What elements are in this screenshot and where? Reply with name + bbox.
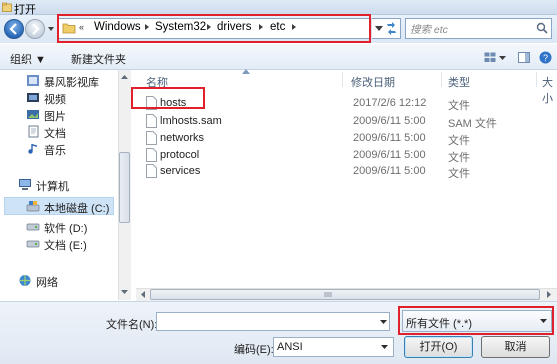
window-titlebar — [0, 0, 557, 15]
drive-icon — [26, 240, 40, 248]
file-type: 文件 — [448, 135, 470, 147]
file-date: 2009/6/11 5:00 — [353, 149, 426, 161]
organize-button[interactable]: 组织 ▼ — [10, 51, 46, 67]
column-header-bar — [136, 70, 557, 88]
file-icon — [146, 164, 157, 178]
file-row[interactable]: services 2009/6/11 5:00 文件 — [136, 163, 557, 180]
svg-text:?: ? — [543, 53, 548, 63]
nav-item-network[interactable]: 网络 — [6, 272, 114, 289]
file-row[interactable]: networks 2009/6/11 5:00 文件 — [136, 130, 557, 147]
nav-label: 暴风影视库 — [44, 77, 99, 89]
annotation-highlight-path — [57, 14, 371, 43]
nav-item-drive-e[interactable]: 文档 (E:) — [6, 235, 114, 252]
nav-label: 文档 — [44, 128, 66, 140]
filename-label: 文件名(N): — [106, 319, 158, 331]
encoding-select[interactable]: ANSI — [273, 337, 394, 357]
file-type: 文件 — [448, 168, 470, 180]
search-placeholder: 搜索 etc — [410, 24, 448, 36]
nav-item-drive-d[interactable]: 软件 (D:) — [6, 218, 114, 235]
file-icon — [146, 131, 157, 145]
scroll-left-icon[interactable] — [138, 290, 148, 299]
nav-item-music[interactable]: 音乐 — [6, 140, 114, 157]
encoding-label: 编码(E): — [234, 344, 274, 356]
view-options-icon[interactable] — [484, 52, 496, 63]
annotation-highlight-filetype — [398, 306, 554, 335]
chevron-down-icon[interactable] — [499, 56, 506, 60]
scroll-down-icon[interactable] — [119, 287, 130, 297]
file-date: 2009/6/11 5:00 — [353, 132, 426, 144]
filename-input[interactable] — [156, 312, 390, 331]
new-folder-button[interactable]: 新建文件夹 — [71, 51, 126, 67]
arrow-right-icon — [32, 23, 40, 35]
file-row[interactable]: protocol 2009/6/11 5:00 文件 — [136, 147, 557, 164]
scroll-up-icon[interactable] — [119, 72, 130, 82]
encoding-value: ANSI — [277, 341, 303, 353]
nav-item-drive-c[interactable]: 本地磁盘 (C:) — [4, 197, 114, 215]
nav-item-videos[interactable]: 视频 — [6, 89, 114, 106]
computer-icon — [19, 179, 31, 190]
chevron-down-icon — [375, 26, 383, 31]
file-type: SAM 文件 — [448, 118, 497, 130]
scroll-grip-icon — [324, 292, 332, 297]
library-icon — [27, 75, 39, 86]
column-divider[interactable] — [342, 72, 343, 87]
file-name: networks — [160, 132, 205, 144]
preview-pane-icon[interactable] — [518, 52, 530, 63]
drive-icon — [26, 223, 40, 231]
file-date: 2009/6/11 5:00 — [353, 115, 426, 127]
sidebar-scrollbar-thumb[interactable] — [119, 152, 130, 223]
nav-item-library[interactable]: 暴风影视库 — [6, 72, 114, 89]
column-divider[interactable] — [441, 72, 442, 87]
nav-label: 视频 — [44, 94, 66, 106]
file-name: protocol — [160, 149, 200, 161]
column-divider[interactable] — [536, 72, 537, 87]
nav-label: 本地磁盘 (C:) — [44, 203, 110, 215]
open-dialog-icon — [2, 2, 12, 12]
file-date: 2009/6/11 5:00 — [353, 165, 426, 177]
file-name: lmhosts.sam — [160, 115, 222, 127]
nav-label: 图片 — [44, 111, 66, 123]
help-icon[interactable]: ? — [539, 51, 552, 64]
recent-pages-dropdown-icon[interactable] — [47, 26, 55, 32]
file-type: 文件 — [448, 100, 470, 112]
nav-label: 计算机 — [36, 181, 69, 193]
column-type[interactable]: 类型 — [448, 74, 470, 90]
forward-button[interactable] — [25, 19, 45, 39]
system-drive-icon — [26, 201, 40, 212]
back-button[interactable] — [4, 19, 24, 39]
scroll-right-icon[interactable] — [544, 290, 554, 299]
search-icon[interactable] — [536, 22, 548, 34]
arrow-left-icon — [9, 23, 17, 35]
refresh-icon[interactable] — [383, 19, 400, 38]
nav-label: 音乐 — [44, 145, 66, 157]
file-list-hscrollbar-thumb[interactable] — [150, 289, 540, 300]
nav-label: 软件 (D:) — [44, 223, 88, 235]
file-name: services — [160, 165, 201, 177]
file-icon — [146, 148, 157, 162]
video-icon — [27, 93, 39, 102]
nav-label: 文档 (E:) — [44, 240, 87, 252]
file-icon — [146, 114, 157, 128]
cancel-button[interactable]: 取消 — [481, 336, 550, 358]
document-icon — [28, 125, 39, 138]
column-date[interactable]: 修改日期 — [351, 74, 395, 90]
network-icon — [19, 275, 31, 286]
annotation-highlight-hosts — [131, 87, 205, 109]
nav-item-pictures[interactable]: 图片 — [6, 106, 114, 123]
music-icon — [28, 144, 37, 154]
nav-label: 网络 — [36, 277, 58, 289]
nav-item-computer[interactable]: 计算机 — [6, 176, 114, 193]
sort-ascending-icon — [242, 69, 250, 74]
nav-item-documents[interactable]: 文档 — [6, 123, 114, 140]
file-date: 2017/2/6 12:12 — [353, 97, 427, 109]
picture-icon — [27, 110, 39, 119]
chevron-down-icon[interactable] — [380, 320, 387, 324]
file-row[interactable]: lmhosts.sam 2009/6/11 5:00 SAM 文件 — [136, 113, 557, 130]
chevron-down-icon — [381, 345, 388, 349]
open-button[interactable]: 打开(O) — [404, 336, 473, 358]
